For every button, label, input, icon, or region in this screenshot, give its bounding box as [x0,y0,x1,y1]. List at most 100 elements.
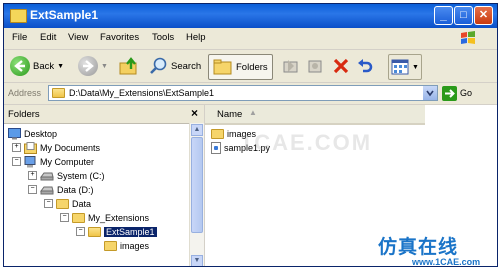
scroll-up-icon[interactable]: ▲ [191,124,203,136]
folders-pane: Folders × Desktop + My Documents − My Co… [4,105,205,266]
views-icon [391,59,409,75]
collapse-icon[interactable]: − [60,213,69,222]
tree-label: Data (D:) [57,184,94,195]
folder-icon [104,240,117,251]
expand-icon[interactable]: + [12,143,21,152]
go-arrow-icon [442,85,457,101]
menu-view[interactable]: View [68,32,88,43]
tree-item-system-c[interactable]: + System (C:) [28,169,105,182]
copy-to-button[interactable] [306,54,324,78]
address-bar: Address D:\Data\My_Extensions\ExtSample1… [4,83,497,105]
folders-label: Folders [236,61,268,73]
drive-icon [40,172,54,180]
collapse-icon[interactable]: − [12,157,21,166]
sort-ascending-icon: ▲ [249,108,257,117]
collapse-icon[interactable]: − [28,185,37,194]
tree-label: Desktop [24,128,58,139]
copy-to-icon [308,60,322,73]
tree-label: My Documents [40,142,101,153]
menu-tools[interactable]: Tools [152,32,174,43]
back-arrow-icon [10,56,30,76]
menu-file[interactable]: File [12,32,27,43]
move-to-button[interactable] [282,54,300,78]
delete-icon [333,58,349,74]
folder-icon [211,128,224,139]
tree-label: images [120,240,150,251]
menu-help[interactable]: Help [186,32,206,43]
close-button[interactable]: ✕ [474,6,493,25]
tree-label: My Computer [40,156,95,167]
tree-label-selected: ExtSample1 [104,226,157,237]
tree-item-data-d[interactable]: − Data (D:) [28,183,94,196]
folders-icon [213,59,232,75]
menu-edit[interactable]: Edit [40,32,56,43]
maximize-button[interactable]: □ [454,6,473,25]
address-input[interactable]: D:\Data\My_Extensions\ExtSample1 [48,85,438,101]
tree-item-my-extensions[interactable]: − My_Extensions [60,211,149,224]
expand-icon[interactable]: + [28,171,37,180]
my-computer-icon [24,155,36,167]
folders-scrollbar[interactable]: ▲ ▼ [189,123,204,266]
up-folder-icon [119,57,137,75]
desktop-icon [8,127,21,139]
toolbar: Back ▼ ▼ Search Folders ▼ [4,50,497,83]
tree-item-desktop[interactable]: Desktop [8,127,57,140]
folders-pane-header: Folders × [4,105,204,124]
python-file-icon [211,141,221,154]
views-dropdown-icon: ▼ [412,63,419,71]
drive-icon [40,186,54,194]
address-folder-icon [52,88,65,98]
undo-button[interactable] [356,54,374,78]
folders-button[interactable]: Folders [208,54,273,80]
tree-item-my-documents[interactable]: + My Documents [12,141,100,154]
column-header-name[interactable]: Name ▲ [205,105,425,125]
views-button[interactable]: ▼ [388,54,422,80]
forward-arrow-icon [78,56,98,76]
tree-label: Data [72,198,92,209]
address-value: D:\Data\My_Extensions\ExtSample1 [69,88,215,98]
back-dropdown-icon[interactable]: ▼ [57,63,64,70]
collapse-icon[interactable]: − [76,227,85,236]
menu-bar: File Edit View Favorites Tools Help [4,28,497,50]
column-name-label: Name [217,109,243,120]
open-folder-icon [88,226,101,237]
search-icon [150,57,167,74]
move-to-icon [283,60,298,73]
title-bar[interactable]: ExtSample1 _ □ ✕ [4,4,497,28]
folder-icon [72,212,85,223]
back-button[interactable]: Back ▼ [10,54,64,78]
menu-favorites[interactable]: Favorites [100,32,139,43]
watermark-url: www.1CAE.com [412,257,481,267]
tree-item-extsample1[interactable]: − ExtSample1 [76,225,157,238]
scrollbar-thumb[interactable] [191,137,203,233]
scroll-down-icon[interactable]: ▼ [191,255,203,266]
tree-label: System (C:) [57,170,105,181]
folders-pane-close-icon[interactable]: × [191,106,198,120]
forward-dropdown-icon[interactable]: ▼ [101,63,108,70]
go-button[interactable]: Go [442,85,472,101]
folders-pane-title: Folders [8,109,40,120]
collapse-icon[interactable]: − [44,199,53,208]
go-label: Go [460,88,473,98]
search-button[interactable]: Search [148,54,201,78]
folder-icon [56,198,69,209]
address-label: Address [8,88,42,98]
windows-logo-icon [461,31,475,44]
tree-label: My_Extensions [88,212,150,223]
search-label: Search [171,60,202,72]
address-dropdown-icon[interactable] [423,86,437,100]
undo-icon [358,59,373,73]
minimize-button[interactable]: _ [434,6,453,25]
forward-button[interactable]: ▼ [78,54,108,78]
delete-button[interactable] [332,54,350,78]
my-documents-icon [24,141,37,154]
window-title: ExtSample1 [30,8,99,22]
tree-item-my-computer[interactable]: − My Computer [12,155,94,168]
up-folder-button[interactable] [118,54,140,78]
faint-watermark: 1CAE.COM [240,130,373,155]
watermark-logo-text: 仿真在线 [378,236,459,258]
folder-icon [10,9,27,23]
tree-item-data[interactable]: − Data [44,197,91,210]
tree-item-images[interactable]: images [104,239,149,252]
back-label: Back [33,60,55,72]
